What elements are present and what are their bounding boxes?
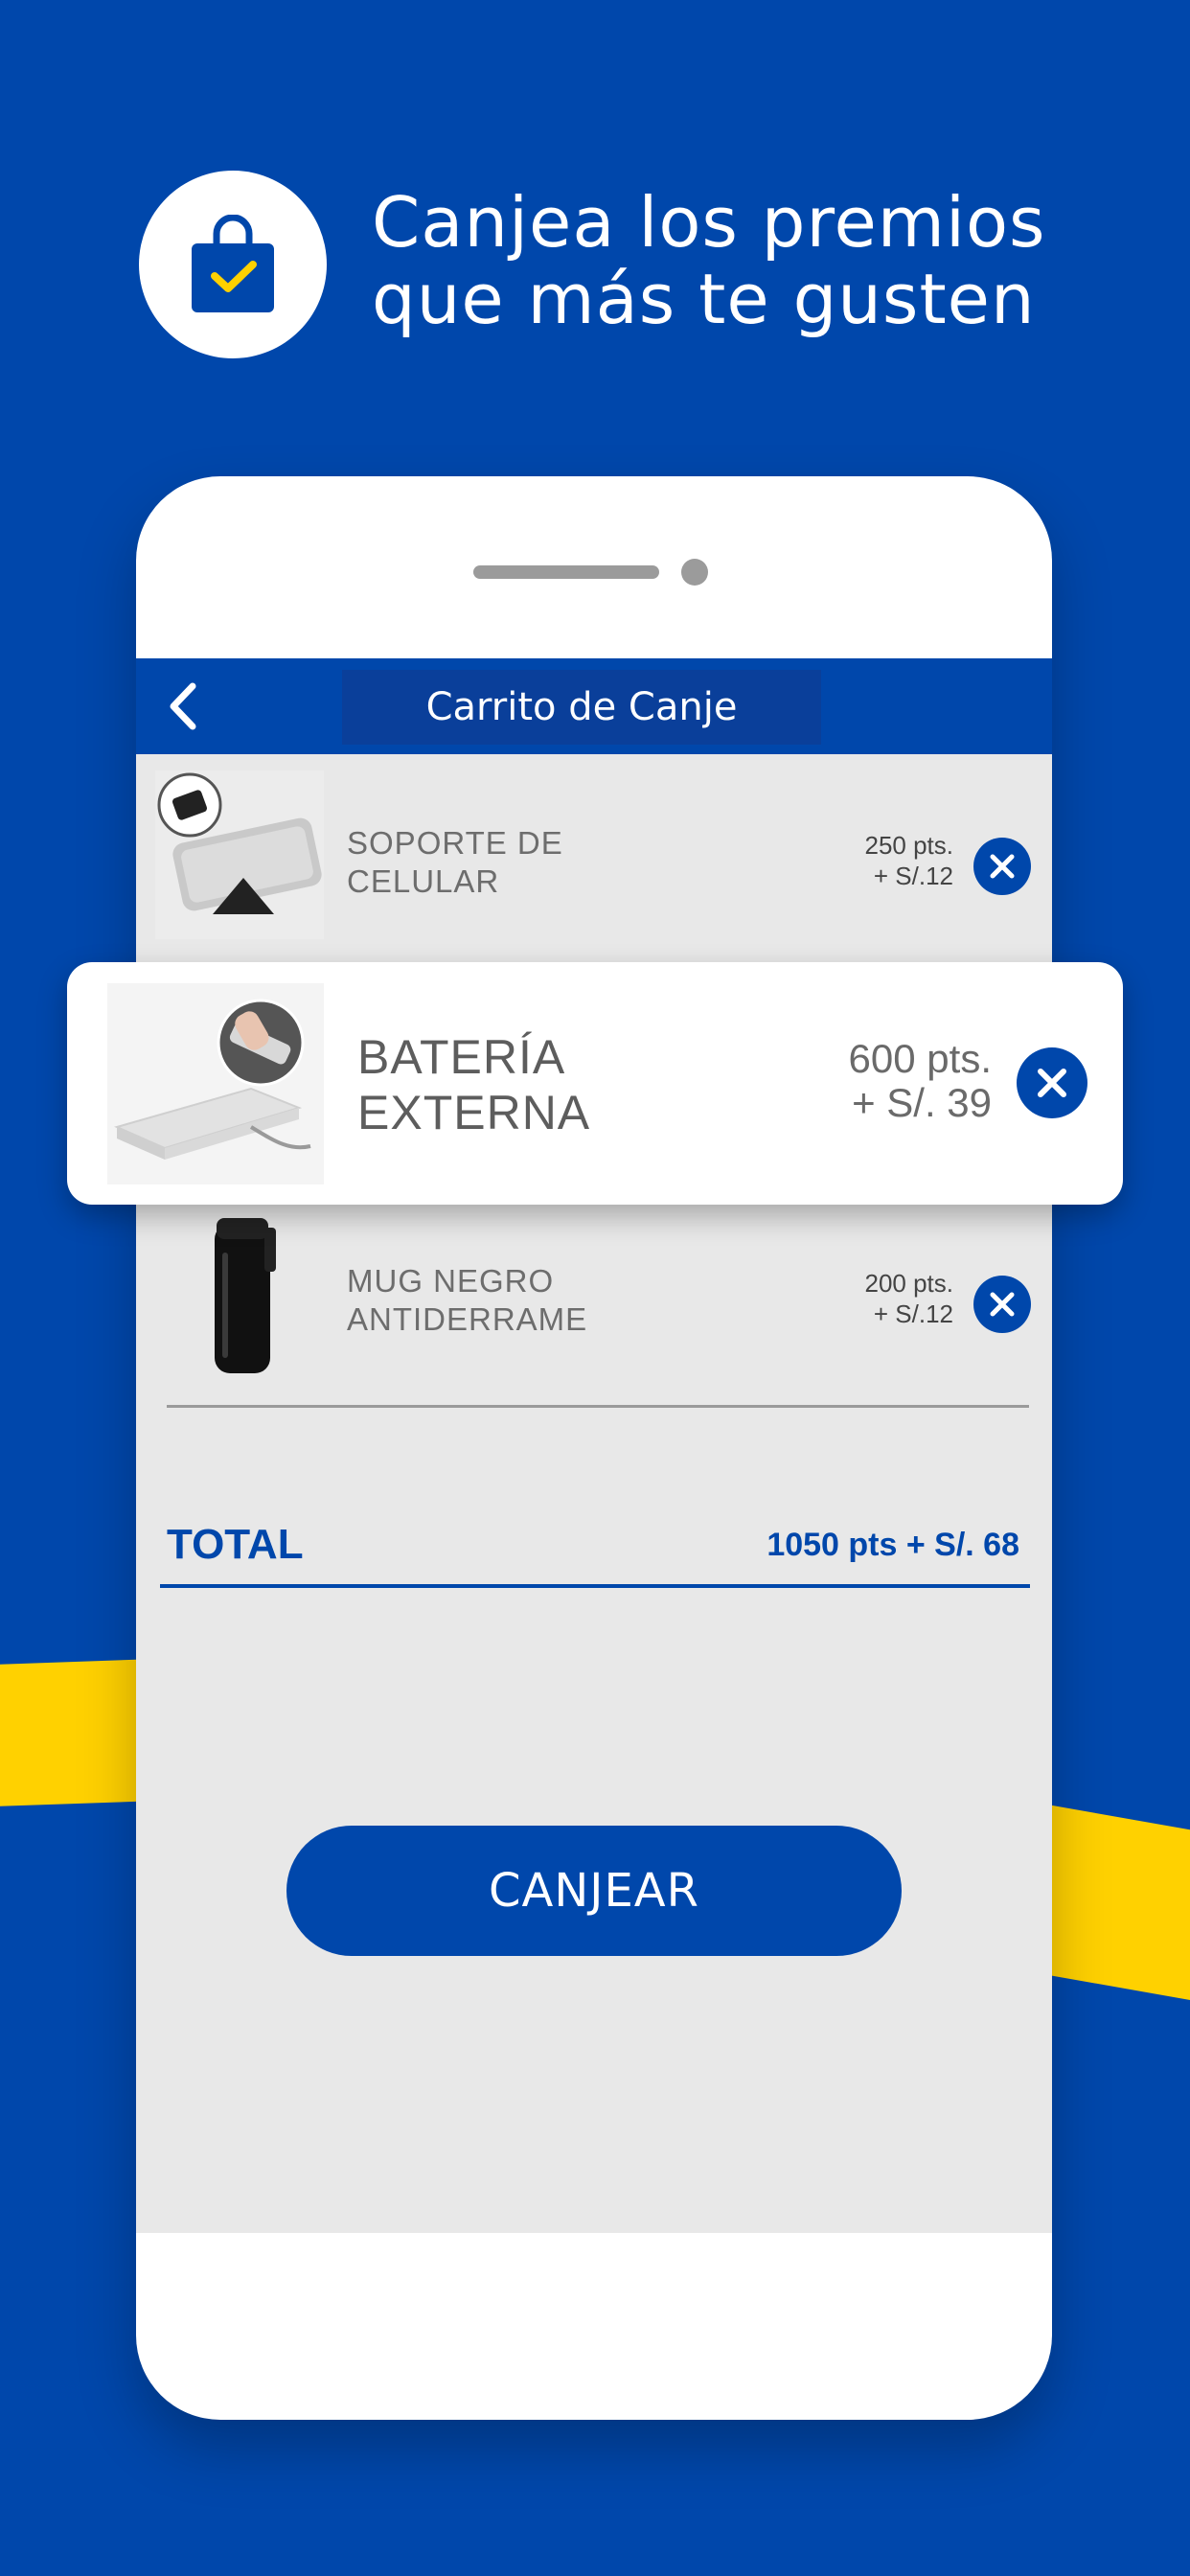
- phone-mockup: Carrito de Canje SOPORTE DE CELULAR 250 …: [136, 476, 1052, 2420]
- item-price: 600 pts. + S/. 39: [704, 1037, 992, 1125]
- close-icon: [990, 1292, 1015, 1317]
- items-divider: [167, 1405, 1029, 1408]
- power-bank-thumbnail: [107, 983, 324, 1184]
- cart-item-soporte: SOPORTE DE CELULAR 250 pts. + S/.12: [136, 770, 1052, 962]
- remove-item-button[interactable]: [1017, 1047, 1087, 1118]
- close-icon: [990, 854, 1015, 879]
- shopping-bag-check-icon: [139, 171, 327, 358]
- item-name: BATERÍA EXTERNA: [357, 1029, 760, 1140]
- item-soles: + S/.12: [873, 1300, 953, 1328]
- yellow-stripe-left: [0, 1659, 156, 1808]
- phone-camera: [681, 559, 708, 586]
- total-row: TOTAL 1050 pts + S/. 68: [167, 1521, 1029, 1578]
- close-icon: [1038, 1069, 1066, 1097]
- item-soles: + S/.12: [873, 862, 953, 890]
- app-screen: Carrito de Canje SOPORTE DE CELULAR 250 …: [136, 658, 1052, 2233]
- total-value: 1050 pts + S/. 68: [767, 1527, 1019, 1563]
- navbar-title-box: Carrito de Canje: [342, 670, 821, 745]
- chevron-left-icon: [170, 682, 196, 730]
- item-price: 250 pts. + S/.12: [704, 830, 953, 891]
- phone-speaker: [473, 565, 659, 579]
- item-name-line-1: BATERÍA: [357, 1030, 566, 1084]
- headline-line-2: que más te gusten: [372, 259, 1036, 339]
- mug-thumbnail: [155, 1214, 324, 1383]
- item-points: 200 pts.: [864, 1269, 953, 1298]
- headline: Canjea los premios que más te gusten: [372, 184, 1157, 337]
- navbar: Carrito de Canje: [136, 658, 1052, 754]
- phone-stand-thumbnail: [155, 770, 324, 939]
- cart-item-bateria-highlighted: BATERÍA EXTERNA 600 pts. + S/. 39: [67, 962, 1123, 1205]
- total-label: TOTAL: [167, 1521, 304, 1568]
- redeem-button[interactable]: CANJEAR: [286, 1826, 902, 1956]
- item-soles: + S/. 39: [852, 1080, 992, 1125]
- item-points: 250 pts.: [864, 831, 953, 860]
- cart-item-mug: MUG NEGRO ANTIDERRAME 200 pts. + S/.12: [136, 1214, 1052, 1406]
- headline-line-1: Canjea los premios: [372, 182, 1046, 263]
- item-price: 200 pts. + S/.12: [704, 1268, 953, 1329]
- page-title: Carrito de Canje: [425, 685, 738, 729]
- back-button[interactable]: [155, 678, 209, 735]
- remove-item-button[interactable]: [973, 838, 1031, 895]
- item-name-line-2: EXTERNA: [357, 1086, 591, 1139]
- remove-item-button[interactable]: [973, 1276, 1031, 1333]
- total-underline: [160, 1584, 1030, 1588]
- item-points: 600 pts.: [848, 1036, 992, 1081]
